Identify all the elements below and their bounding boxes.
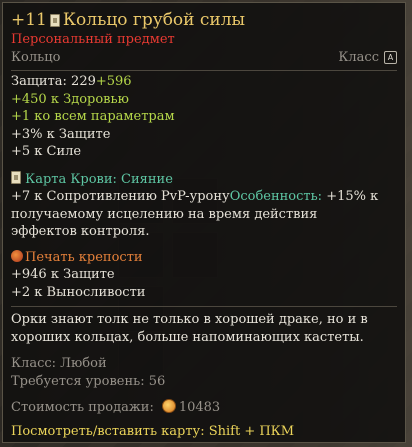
defense-pct-stat: +3% к Защите bbox=[11, 126, 111, 142]
blood-card-name: Карта Крови: Сияние bbox=[25, 171, 173, 187]
required-class: Класс: Любой bbox=[11, 356, 107, 371]
blood-card-title: Карта Крови: Сияние bbox=[11, 170, 397, 189]
health-stat: +450 к Здоровью bbox=[11, 91, 129, 107]
divider bbox=[11, 70, 397, 71]
item-tooltip: +11 Кольцо грубой силы Персональный пред… bbox=[2, 2, 406, 443]
item-class-label: Класс bbox=[338, 50, 379, 66]
card-hint: Посмотреть/вставить карту: Shift + ПКМ bbox=[11, 424, 295, 439]
seal-stamina: +2 к Выносливости bbox=[11, 284, 146, 300]
strength-stat: +5 к Силе bbox=[11, 144, 82, 159]
item-name: Кольцо грубой силы bbox=[62, 10, 246, 30]
personal-item-label: Персональный предмет bbox=[11, 32, 175, 47]
lore-text: Орки знают толк не только в хорошей драк… bbox=[11, 312, 368, 345]
class-grade-icon: A bbox=[384, 51, 397, 65]
coin-icon bbox=[161, 399, 176, 413]
divider bbox=[11, 306, 397, 307]
seal-title: Печать крепости bbox=[11, 249, 397, 267]
defense-value: Защита: 229 bbox=[11, 74, 96, 89]
requirements: Класс: Любой Требуется уровень: 56 bbox=[11, 355, 397, 390]
item-type-row: Кольцо Класс A bbox=[11, 49, 397, 67]
enhance-level: +11 bbox=[11, 10, 47, 30]
feature-label: Особенность: bbox=[229, 189, 323, 204]
required-level: Требуется уровень: 56 bbox=[11, 373, 166, 389]
feature-text: +15% к bbox=[322, 189, 379, 204]
seal-defense: +946 к Защите bbox=[11, 267, 115, 282]
sale-price-value: 10483 bbox=[178, 400, 221, 415]
sale-price-row: Стоимость продажи: 10483 bbox=[11, 399, 397, 417]
seal-name: Печать крепости bbox=[25, 249, 143, 265]
defense-stat: Защита: 229+596 bbox=[11, 73, 397, 91]
defense-bonus: +596 bbox=[95, 74, 132, 89]
item-type: Кольцо bbox=[11, 50, 61, 66]
item-title: +11 Кольцо грубой силы bbox=[11, 9, 397, 31]
card-icon bbox=[49, 13, 60, 27]
blood-card-stat: +7 к Сопротивлению PvP-уронуОсобенность:… bbox=[11, 188, 397, 206]
pvp-resistance: +7 к Сопротивлению PvP-урону bbox=[11, 189, 230, 204]
seal-icon bbox=[11, 249, 23, 262]
sale-price-label: Стоимость продажи: bbox=[11, 400, 154, 415]
blood-card-icon bbox=[11, 170, 21, 184]
feature-description: получаемому исцелению на время действия … bbox=[11, 206, 318, 240]
all-params-stat: +1 ко всем параметрам bbox=[11, 109, 175, 124]
item-class: Класс A bbox=[338, 49, 397, 67]
